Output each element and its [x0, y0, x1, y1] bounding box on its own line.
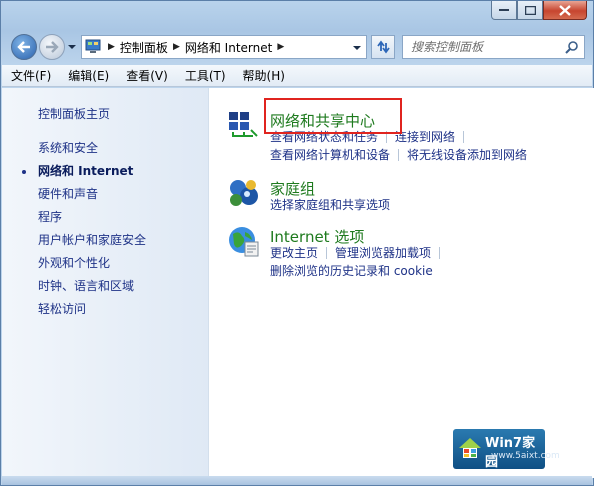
homegroup-links: 选择家庭组和共享选项: [270, 196, 390, 214]
house-logo-icon: [459, 438, 481, 458]
sidebar: 控制面板主页 系统和安全 网络和 Internet 硬件和声音 程序 用户帐户和…: [2, 88, 209, 478]
breadcrumb-network-internet[interactable]: 网络和 Internet: [185, 39, 272, 56]
refresh-button[interactable]: [371, 35, 395, 59]
close-button[interactable]: [543, 1, 587, 20]
menu-bar: 文件(F) 编辑(E) 查看(V) 工具(T) 帮助(H): [2, 65, 592, 87]
link-separator: [398, 149, 400, 161]
caption-buttons: [491, 1, 587, 20]
watermark: Win7家园 www.5aixt.com: [443, 427, 561, 471]
network-icon: [229, 112, 258, 137]
forward-button[interactable]: [39, 34, 65, 60]
back-button[interactable]: [11, 34, 37, 60]
watermark-badge: Win7家园 www.5aixt.com: [453, 429, 560, 470]
internet-links: 更改主页 管理浏览器加载项 删除浏览的历史记录和 cookie: [270, 244, 448, 280]
explorer-window: ▶ 控制面板 ▶ 网络和 Internet ▶ 文件(F) 编辑(E) 查看(V…: [0, 0, 594, 486]
minimize-icon: [499, 9, 509, 11]
sidebar-item-user-accounts[interactable]: 用户帐户和家庭安全: [2, 229, 208, 252]
watermark-url: www.5aixt.com: [491, 451, 560, 461]
main-panel: 网络和共享中心 查看网络状态和任务 连接到网络 查看网络计算机和设备 将无线设备…: [209, 88, 594, 478]
link-homegroup-sharing-options[interactable]: 选择家庭组和共享选项: [270, 196, 390, 214]
minimize-button[interactable]: [491, 1, 517, 20]
menu-help[interactable]: 帮助(H): [243, 67, 285, 84]
sidebar-item-programs[interactable]: 程序: [2, 206, 208, 229]
close-icon: [559, 4, 571, 16]
link-view-network-computers[interactable]: 查看网络计算机和设备: [270, 146, 390, 164]
menu-tools[interactable]: 工具(T): [185, 67, 226, 84]
arrow-left-icon: [17, 41, 30, 53]
search-box[interactable]: [402, 35, 585, 59]
control-panel-icon: [85, 39, 101, 53]
recent-pages-dropdown-icon[interactable]: [67, 42, 77, 52]
breadcrumb-control-panel[interactable]: 控制面板: [120, 39, 168, 56]
breadcrumb-arrow-icon: ▶: [277, 42, 285, 52]
sidebar-item-hardware-sound[interactable]: 硬件和声音: [2, 183, 208, 206]
address-bar[interactable]: ▶ 控制面板 ▶ 网络和 Internet ▶: [81, 35, 367, 59]
homegroup-icon: [230, 180, 258, 206]
sidebar-item-appearance[interactable]: 外观和个性化: [2, 252, 208, 275]
sidebar-item-ease-of-access[interactable]: 轻松访问: [2, 298, 208, 321]
link-add-wireless-device[interactable]: 将无线设备添加到网络: [407, 146, 527, 164]
search-icon[interactable]: [565, 40, 579, 54]
sidebar-item-control-panel-home[interactable]: 控制面板主页: [2, 103, 208, 126]
sidebar-item-network-internet[interactable]: 网络和 Internet: [2, 160, 208, 183]
content-area: 控制面板主页 系统和安全 网络和 Internet 硬件和声音 程序 用户帐户和…: [2, 88, 594, 478]
link-change-home-page[interactable]: 更改主页: [270, 244, 318, 262]
link-connect-to-network[interactable]: 连接到网络: [395, 128, 455, 146]
link-separator: [463, 131, 465, 143]
navigation-bar: ▶ 控制面板 ▶ 网络和 Internet ▶: [9, 31, 585, 61]
highlight-box: [264, 98, 402, 134]
menu-edit[interactable]: 编辑(E): [68, 67, 109, 84]
link-separator: [439, 247, 441, 259]
menu-file[interactable]: 文件(F): [11, 67, 51, 84]
maximize-icon: [524, 5, 536, 15]
maximize-button[interactable]: [517, 1, 543, 20]
menu-view[interactable]: 查看(V): [126, 67, 168, 84]
sidebar-item-clock-language-region[interactable]: 时钟、语言和区域: [2, 275, 208, 298]
breadcrumb-arrow-icon: ▶: [172, 42, 180, 52]
arrow-right-icon: [46, 41, 59, 53]
refresh-icon: [377, 40, 390, 54]
sidebar-item-system-security[interactable]: 系统和安全: [2, 137, 208, 160]
address-dropdown-icon[interactable]: [352, 44, 362, 52]
search-input[interactable]: [411, 40, 561, 54]
link-manage-addons[interactable]: 管理浏览器加载项: [335, 244, 431, 262]
breadcrumb-arrow-icon: ▶: [108, 42, 115, 52]
internet-options-icon: [229, 227, 259, 257]
link-delete-browsing-history[interactable]: 删除浏览的历史记录和 cookie: [270, 262, 433, 280]
window-bottom-border: [2, 476, 592, 485]
link-separator: [326, 247, 328, 259]
